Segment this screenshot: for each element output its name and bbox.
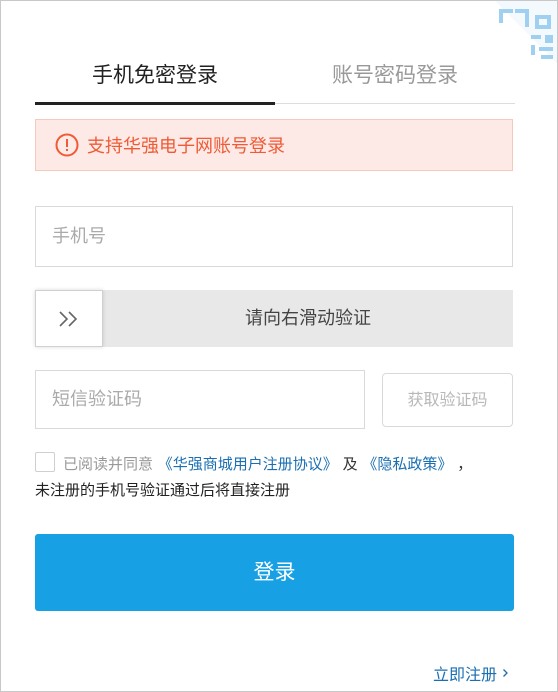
login-tabs: 手机免密登录 账号密码登录 <box>35 47 515 105</box>
register-link[interactable]: 立即注册 <box>433 661 509 685</box>
tab-sms-login[interactable]: 手机免密登录 <box>35 47 275 103</box>
tab-password-login[interactable]: 账号密码登录 <box>275 47 515 103</box>
slider-handle[interactable] <box>35 290 103 347</box>
alert-circle-icon <box>55 133 79 157</box>
terms-link[interactable]: 《华强商城用户注册协议》 <box>158 455 338 473</box>
get-code-button[interactable]: 获取验证码 <box>382 373 513 427</box>
agreement-prefix: 已阅读并同意 <box>63 455 154 473</box>
slider-text: 请向右滑动验证 <box>245 308 371 329</box>
phone-input[interactable] <box>36 207 512 266</box>
login-panel: 手机免密登录 账号密码登录 支持华强电子网账号登录 请向右滑动验证 获取验证码 … <box>0 0 558 692</box>
sms-code-input[interactable] <box>36 371 364 428</box>
login-button[interactable]: 登录 <box>35 534 514 611</box>
notice-banner: 支持华强电子网账号登录 <box>35 119 513 171</box>
privacy-link[interactable]: 《隐私政策》 <box>362 455 452 473</box>
notice-text: 支持华强电子网账号登录 <box>87 136 285 157</box>
auto-register-note: 未注册的手机号验证通过后将直接注册 <box>35 481 291 499</box>
sms-code-field[interactable] <box>35 370 365 429</box>
register-label: 立即注册 <box>432 665 497 684</box>
active-tab-indicator <box>35 102 275 105</box>
slide-verification[interactable]: 请向右滑动验证 <box>35 290 513 347</box>
phone-field[interactable] <box>35 206 513 267</box>
agreement-suffix: ， <box>457 455 473 473</box>
tab-divider <box>275 103 515 104</box>
double-chevron-right-icon <box>59 310 78 327</box>
chevron-right-icon <box>503 669 508 677</box>
agreement-connector: 及 <box>342 455 358 473</box>
agree-checkbox[interactable] <box>35 452 55 472</box>
